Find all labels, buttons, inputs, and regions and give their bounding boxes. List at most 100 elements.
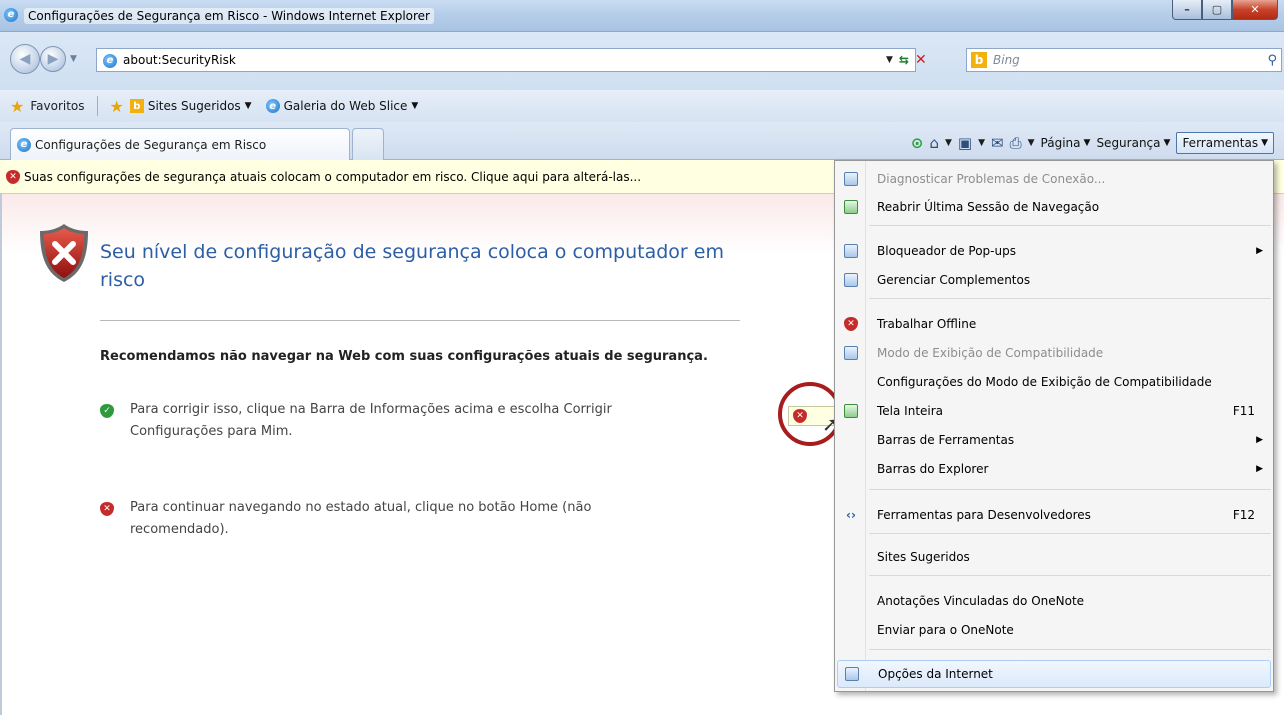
shield-check-icon: ✓ [100, 404, 114, 418]
menu-item-work-offline[interactable]: ✕ Trabalhar Offline [837, 310, 1271, 338]
menu-separator [869, 489, 1271, 490]
callout-circle: ✕ ➚ [778, 382, 842, 446]
menu-item-label: Gerenciar Complementos [877, 273, 1031, 287]
shield-x-icon: ✕ [100, 502, 114, 516]
security-risk-shield-icon [40, 224, 88, 282]
chevron-down-icon: ▼ [1083, 138, 1091, 148]
recommendation-text: Recomendamos não navegar na Web com suas… [100, 349, 708, 364]
address-dropdown-icon[interactable]: ▼ [886, 55, 893, 65]
menu-item-label: Bloqueador de Pop-ups [877, 244, 1016, 258]
minimize-button[interactable]: – [1172, 0, 1202, 20]
menu-item-onenote-linked-notes[interactable]: Anotações Vinculadas do OneNote [837, 587, 1271, 615]
command-bar: ⊙ ⌂ ▼ ▣ ▼ ✉ ⎙ ▼ Página ▼ Segurança ▼ Fer… [911, 130, 1274, 156]
recent-pages-dropdown-icon[interactable]: ▼ [70, 54, 77, 64]
favorites-button[interactable]: Favoritos [30, 99, 84, 113]
menu-item-suggested-sites[interactable]: Sites Sugeridos [837, 543, 1271, 571]
forward-button[interactable]: ▶ [40, 46, 66, 72]
menu-item-reopen-session[interactable]: Reabrir Última Sessão de Navegação [837, 193, 1271, 221]
menu-item-popup-blocker[interactable]: Bloqueador de Pop-ups ▶ [837, 237, 1271, 265]
address-bar[interactable]: e about:SecurityRisk [96, 48, 916, 72]
feeds-icon[interactable]: ▣ [958, 134, 972, 152]
divider [96, 96, 98, 116]
shield-x-icon: ✕ [793, 409, 807, 423]
home-icon[interactable]: ⌂ [929, 134, 939, 152]
full-screen-icon [837, 404, 865, 418]
submenu-arrow-icon: ▶ [1256, 246, 1263, 256]
menu-item-label: Diagnosticar Problemas de Conexão... [877, 172, 1106, 186]
page-menu-label: Página [1040, 136, 1081, 150]
webslice-icon[interactable]: ⊙ [911, 134, 924, 152]
print-dropdown-icon[interactable]: ▼ [1028, 138, 1035, 148]
menu-item-developer-tools[interactable]: ‹› Ferramentas para Desenvolvedores F12 [837, 501, 1271, 529]
search-box[interactable]: b Bing ⚲ [966, 48, 1282, 72]
web-slice-gallery-link[interactable]: e Galeria do Web Slice ▼ [265, 99, 418, 113]
suggested-sites-label: Sites Sugeridos [147, 99, 241, 113]
continue-instruction: ✕ Para continuar navegando no estado atu… [100, 497, 660, 541]
menu-item-send-to-onenote[interactable]: Enviar para o OneNote [837, 616, 1271, 644]
close-button[interactable]: ✕ [1232, 0, 1278, 20]
search-icon[interactable]: ⚲ [1267, 53, 1277, 68]
refresh-icon[interactable]: ⇆ [899, 53, 909, 67]
tab-ie-icon: e [17, 137, 31, 152]
title-bar: e Configurações de Segurança em Risco - … [0, 0, 1284, 32]
popup-blocker-icon [837, 244, 865, 258]
stop-icon[interactable]: ✕ [915, 52, 927, 68]
menu-separator [869, 225, 1271, 226]
menu-item-compat-view[interactable]: Modo de Exibição de Compatibilidade [837, 339, 1271, 367]
page-headline: Seu nível de configuração de segurança c… [100, 241, 724, 291]
search-input[interactable]: Bing [993, 53, 1267, 67]
feeds-dropdown-icon[interactable]: ▼ [978, 138, 985, 148]
page-menu[interactable]: Página ▼ [1041, 136, 1091, 150]
information-bar-message[interactable]: Suas configurações de segurança atuais c… [24, 170, 641, 184]
menu-separator [869, 533, 1271, 534]
bing-logo-icon: b [971, 52, 987, 68]
security-menu[interactable]: Segurança ▼ [1096, 136, 1170, 150]
work-offline-icon: ✕ [837, 317, 865, 331]
new-tab-button[interactable] [352, 128, 384, 160]
favorites-bar: ★ Favoritos ★ b Sites Sugeridos ▼ e Gale… [0, 90, 1284, 122]
menu-item-toolbars[interactable]: Barras de Ferramentas ▶ [837, 426, 1271, 454]
menu-item-diagnose[interactable]: Diagnosticar Problemas de Conexão... [837, 165, 1271, 193]
menu-item-label: Tela Inteira [877, 404, 944, 418]
menu-item-label: Barras do Explorer [877, 462, 989, 476]
menu-item-internet-options[interactable]: Opções da Internet [837, 660, 1271, 688]
menu-item-explorer-bars[interactable]: Barras do Explorer ▶ [837, 455, 1271, 483]
menu-item-full-screen[interactable]: Tela Inteira F11 [837, 397, 1271, 425]
menu-item-label: Configurações do Modo de Exibição de Com… [877, 375, 1212, 389]
menu-item-compat-settings[interactable]: Configurações do Modo de Exibição de Com… [837, 368, 1271, 396]
developer-tools-icon: ‹› [846, 508, 856, 522]
menu-item-manage-addons[interactable]: Gerenciar Complementos [837, 266, 1271, 294]
web-slice-gallery-label: Galeria do Web Slice [283, 99, 408, 113]
tools-dropdown-menu: Diagnosticar Problemas de Conexão... Rea… [834, 160, 1274, 692]
suggested-sites-link[interactable]: b Sites Sugeridos ▼ [129, 99, 252, 113]
add-to-favorites-icon[interactable]: ★ [110, 97, 124, 116]
menu-item-label: Enviar para o OneNote [877, 623, 1014, 637]
address-url[interactable]: about:SecurityRisk [123, 53, 236, 67]
favorites-star-icon: ★ [10, 96, 25, 116]
back-button[interactable]: ◀ [10, 44, 40, 74]
tab-active[interactable]: e Configurações de Segurança em Risco [10, 128, 350, 160]
bing-icon: b [129, 99, 144, 113]
tab-label: Configurações de Segurança em Risco [35, 137, 267, 152]
menu-item-label: Sites Sugeridos [877, 550, 970, 564]
print-icon[interactable]: ⎙ [1010, 134, 1022, 152]
tab-row: e Configurações de Segurança em Risco ⊙ … [0, 122, 1284, 160]
menu-item-label: Ferramentas para Desenvolvedores [877, 508, 1091, 522]
chevron-down-icon: ▼ [1163, 138, 1171, 148]
tools-menu[interactable]: Ferramentas ▼ [1176, 132, 1274, 154]
tools-menu-label: Ferramentas [1182, 136, 1259, 150]
addons-icon [837, 273, 865, 287]
menu-separator [869, 575, 1271, 576]
maximize-button[interactable]: ▢ [1202, 0, 1232, 20]
fix-instruction-text: Para corrigir isso, clique na Barra de I… [130, 402, 612, 439]
menu-item-label: Trabalhar Offline [877, 317, 977, 331]
security-menu-label: Segurança [1096, 136, 1161, 150]
address-row: ◀ ▶ ▼ e about:SecurityRisk ▼ ⇆ ✕ b Bing … [0, 32, 1284, 90]
security-warning-icon: ✕ [6, 169, 20, 184]
window-controls: – ▢ ✕ [1172, 0, 1278, 20]
home-dropdown-icon[interactable]: ▼ [945, 138, 952, 148]
window-title: Configurações de Segurança em Risco - Wi… [24, 8, 434, 24]
submenu-arrow-icon: ▶ [1256, 435, 1263, 445]
menu-item-label: Modo de Exibição de Compatibilidade [877, 346, 1104, 360]
mail-icon[interactable]: ✉ [991, 134, 1004, 152]
